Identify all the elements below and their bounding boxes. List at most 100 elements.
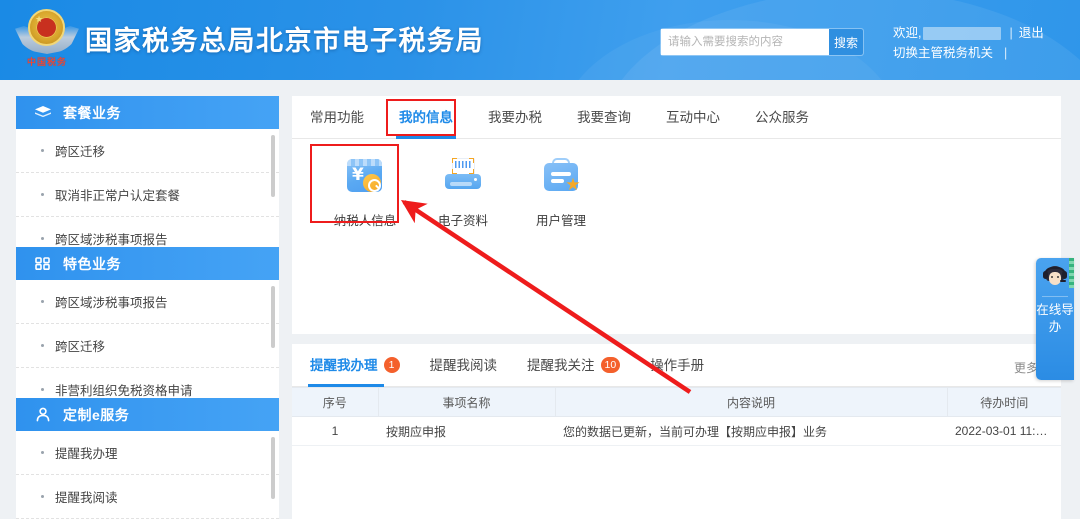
tab-label: 操作手册 [650, 357, 705, 373]
bullet-icon [41, 300, 44, 303]
grid-icon [34, 256, 52, 271]
tab-badge-count: 1 [383, 357, 400, 373]
user-manage-icon: ★ [539, 157, 583, 201]
sidebar-item-kuaqu-qianyi-2[interactable]: 跨区迁移 [16, 324, 279, 368]
tab-label: 提醒我办理 [310, 357, 378, 373]
widget-divider [1042, 296, 1068, 297]
bullet-icon [41, 451, 44, 454]
sidebar-item-label: 取消非正常户认定套餐 [55, 189, 181, 203]
sidebar-item-label: 跨区域涉税事项报告 [55, 296, 168, 310]
cell-name: 按期应申报 [378, 416, 555, 446]
main-tab-bar[interactable]: 常用功能 我的信息 我要办税 我要查询 互动中心 公众服务 [292, 96, 1061, 139]
sidebar-item-label: 提醒我办理 [55, 447, 118, 461]
bullet-icon [41, 495, 44, 498]
layers-icon [34, 105, 52, 120]
cell-index: 1 [292, 416, 378, 446]
sidebar-scrollbar-package[interactable] [271, 135, 275, 197]
table-header-row: 序号 事项名称 内容说明 待办时间 [292, 387, 1061, 417]
tab-label: 提醒我阅读 [429, 357, 498, 373]
sidebar-list-package[interactable]: 跨区迁移 取消非正常户认定套餐 跨区域涉税事项报告 [16, 129, 279, 247]
person-icon [34, 407, 52, 422]
sidebar-item-label: 跨区迁移 [55, 145, 106, 159]
site-header: ★ 中国税务 国家税务总局北京市电子税务局 搜索 欢迎, | 退出 切换主管税务… [0, 0, 1080, 80]
table-row[interactable]: 1 按期应申报 您的数据已更新，当前可办理【按期应申报】业务 2022-03-0… [292, 416, 1061, 446]
page-title: 国家税务总局北京市电子税务局 [85, 26, 484, 57]
sidebar-item-kuaqu-qianyi-1[interactable]: 跨区迁移 [16, 129, 279, 173]
column-header-name: 事项名称 [377, 387, 555, 417]
search-box[interactable]: 搜索 [661, 29, 863, 55]
card-label: 纳税人信息 [333, 214, 397, 228]
reminder-panel: 提醒我办理 1 提醒我阅读 提醒我关注 10 操作手册 更多> 序号 事项名称 … [292, 344, 1061, 519]
tab-label: 提醒我关注 [527, 357, 595, 373]
search-input[interactable] [661, 29, 829, 55]
tab-common-functions[interactable]: 常用功能 [310, 96, 364, 139]
bullet-icon [41, 237, 44, 240]
sidebar-section-title: 套餐业务 [63, 104, 121, 121]
sidebar-item-crossregion-report-2[interactable]: 跨区域涉税事项报告 [16, 280, 279, 324]
sidebar-scrollbar-eservice[interactable] [271, 437, 275, 499]
sidebar-item-label: 提醒我阅读 [55, 491, 118, 505]
sidebar-section-header-package[interactable]: 套餐业务 [16, 96, 279, 129]
sidebar-scrollbar-featured[interactable] [271, 286, 275, 348]
tab-badge-count: 10 [600, 357, 621, 373]
username-redacted [923, 26, 1002, 40]
sidebar-item-cancel-abnormal[interactable]: 取消非正常户认定套餐 [16, 173, 279, 217]
online-guidance-widget[interactable]: 在线导办 [1036, 258, 1074, 380]
column-header-time: 待办时间 [946, 387, 1061, 417]
card-electronic-data[interactable]: 电子资料 [414, 153, 512, 229]
emblem-caption: 中国税务 [26, 58, 67, 68]
card-taxpayer-info[interactable]: ¥ 纳税人信息 [316, 153, 414, 229]
sidebar-item-label: 跨区域涉税事项报告 [55, 233, 168, 247]
user-area: 欢迎, | 退出 切换主管税务机关 | [893, 24, 1073, 64]
reminder-table: 序号 事项名称 内容说明 待办时间 1 按期应申报 您的数据已更新，当前可办理【… [292, 387, 1061, 446]
sidebar-item-remind-handle[interactable]: 提醒我办理 [16, 431, 279, 475]
cell-time: 2022-03-01 11:20:... [947, 416, 1061, 446]
printer-icon [441, 157, 485, 201]
app-page: ★ 中国税务 国家税务总局北京市电子税务局 搜索 欢迎, | 退出 切换主管税务… [0, 0, 1080, 519]
header-divider-2: | [1004, 46, 1008, 60]
taxpayer-info-icon: ¥ [343, 157, 387, 201]
headset-agent-icon [1043, 266, 1067, 290]
bullet-icon [41, 193, 44, 196]
tab-interaction-center[interactable]: 互动中心 [666, 96, 720, 139]
bullet-icon [41, 149, 44, 152]
header-divider-1: | [1009, 26, 1013, 40]
sidebar-item-label: 跨区迁移 [55, 340, 106, 354]
widget-label: 在线导办 [1036, 303, 1074, 334]
tab-public-service[interactable]: 公众服务 [755, 96, 809, 139]
tab-remind-follow[interactable]: 提醒我关注 10 [527, 344, 621, 387]
reminder-tab-bar[interactable]: 提醒我办理 1 提醒我阅读 提醒我关注 10 操作手册 更多> [292, 344, 1061, 387]
sidebar-item-crossregion-report-1[interactable]: 跨区域涉税事项报告 [16, 217, 279, 247]
welcome-label: 欢迎, [893, 26, 922, 40]
tab-remind-read[interactable]: 提醒我阅读 [430, 344, 498, 387]
card-label: 电子资料 [437, 214, 488, 228]
sidebar-list-featured[interactable]: 跨区域涉税事项报告 跨区迁移 非营利组织免税资格申请 [16, 280, 279, 398]
sidebar-section-title: 定制e服务 [63, 406, 130, 423]
national-emblem-icon: ★ 中国税务 [14, 6, 80, 74]
sidebar[interactable]: 套餐业务 跨区迁移 取消非正常户认定套餐 跨区域涉税事项报告 特色业务 跨区域涉… [16, 96, 279, 519]
bullet-icon [41, 344, 44, 347]
search-button[interactable]: 搜索 [829, 29, 863, 55]
sidebar-section-title: 特色业务 [63, 255, 121, 272]
tab-tax-handling[interactable]: 我要办税 [488, 96, 542, 139]
widget-decoration-strip [1069, 258, 1074, 288]
switch-authority-link[interactable]: 切换主管税务机关 [893, 44, 993, 62]
sidebar-section-header-featured[interactable]: 特色业务 [16, 247, 279, 280]
logout-link[interactable]: 退出 [1019, 24, 1044, 42]
bullet-icon [41, 388, 44, 391]
my-info-panel: 常用功能 我的信息 我要办税 我要查询 互动中心 公众服务 ¥ 纳税人信息 电子… [292, 96, 1061, 334]
tab-my-info[interactable]: 我的信息 [396, 96, 456, 139]
sidebar-item-remind-read[interactable]: 提醒我阅读 [16, 475, 279, 519]
card-label: 用户管理 [535, 214, 586, 228]
card-user-management[interactable]: ★ 用户管理 [512, 153, 610, 229]
tab-operation-manual[interactable]: 操作手册 [650, 344, 704, 387]
column-header-index: 序号 [292, 387, 378, 417]
cell-description: 您的数据已更新，当前可办理【按期应申报】业务 [555, 416, 947, 446]
sidebar-list-eservice[interactable]: 提醒我办理 提醒我阅读 提醒我关注 [16, 431, 279, 519]
tab-remind-handle[interactable]: 提醒我办理 1 [308, 344, 400, 387]
tab-tax-query[interactable]: 我要查询 [577, 96, 631, 139]
sidebar-item-label: 非营利组织免税资格申请 [55, 384, 193, 398]
sidebar-section-header-eservice[interactable]: 定制e服务 [16, 398, 279, 431]
column-header-description: 内容说明 [554, 387, 947, 417]
sidebar-item-nonprofit-exemption[interactable]: 非营利组织免税资格申请 [16, 368, 279, 398]
